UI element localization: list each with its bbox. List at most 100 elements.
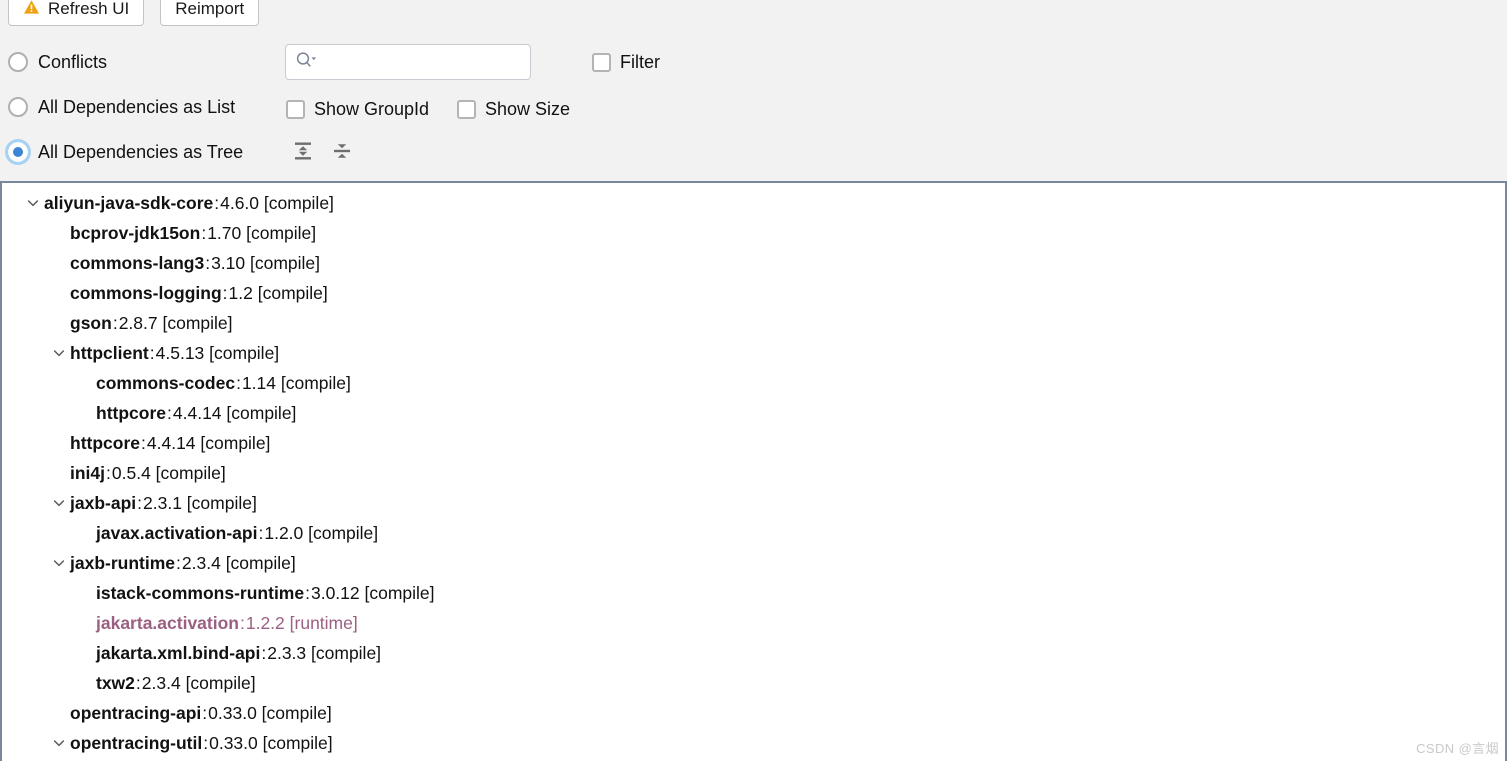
tree-row[interactable]: commons-lang3 : 3.10 [compile]: [2, 248, 1505, 278]
artifact-separator: :: [205, 252, 211, 273]
toolbar-button-row: Refresh UI Reimport: [8, 0, 260, 26]
tree-row[interactable]: istack-commons-runtime : 3.0.12 [compile…: [2, 578, 1505, 608]
tree-row-spacer: [48, 248, 70, 278]
tree-row[interactable]: httpcore : 4.4.14 [compile]: [2, 428, 1505, 458]
artifact-version-scope: 3.10 [compile]: [211, 252, 321, 273]
tree-row[interactable]: commons-logging : 1.2 [compile]: [2, 278, 1505, 308]
checkbox-show-groupid-label: Show GroupId: [314, 98, 430, 119]
artifact-id: istack-commons-runtime: [96, 582, 305, 603]
artifact-id: jaxb-runtime: [70, 552, 176, 573]
radio-all-dependencies-as-list[interactable]: All Dependencies as List: [8, 94, 235, 120]
artifact-id: commons-lang3: [70, 252, 205, 273]
tree-row-spacer: [74, 518, 96, 548]
reimport-button[interactable]: Reimport: [160, 0, 260, 26]
checkbox-show-groupid[interactable]: Show GroupId: [286, 97, 429, 121]
artifact-version-scope: 1.2.2 [runtime]: [245, 612, 358, 633]
artifact-separator: :: [203, 732, 209, 753]
checkbox-filter[interactable]: Filter: [592, 50, 660, 74]
tree-row-text: opentracing-util : 0.33.0 [compile]: [70, 733, 333, 754]
tree-row[interactable]: jakarta.activation : 1.2.2 [runtime]: [2, 608, 1505, 638]
artifact-id: opentracing-api: [70, 702, 202, 723]
tree-row[interactable]: jaxb-api : 2.3.1 [compile]: [2, 488, 1505, 518]
artifact-separator: :: [258, 522, 264, 543]
radio-conflicts[interactable]: Conflicts: [8, 49, 107, 75]
tree-row[interactable]: jakarta.xml.bind-api : 2.3.3 [compile]: [2, 638, 1505, 668]
artifact-separator: :: [201, 222, 207, 243]
collapse-all-button[interactable]: [327, 138, 357, 168]
tree-row-text: httpcore : 4.4.14 [compile]: [70, 433, 270, 454]
artifact-version-scope: 2.3.4 [compile]: [141, 672, 256, 693]
dependency-tree-list: aliyun-java-sdk-core : 4.6.0 [compile] bc…: [2, 183, 1505, 758]
search-input[interactable]: [321, 52, 515, 72]
artifact-separator: :: [202, 702, 208, 723]
artifact-version-scope: 2.8.7 [compile]: [118, 312, 233, 333]
artifact-version-scope: 2.3.3 [compile]: [267, 642, 382, 663]
tree-row[interactable]: jaxb-runtime : 2.3.4 [compile]: [2, 548, 1505, 578]
artifact-separator: :: [149, 342, 155, 363]
artifact-separator: :: [261, 642, 267, 663]
chevron-down-icon[interactable]: [48, 338, 70, 368]
tree-row-spacer: [48, 278, 70, 308]
artifact-separator: :: [222, 282, 228, 303]
tree-row-text: commons-codec : 1.14 [compile]: [96, 373, 351, 394]
tree-row-text: aliyun-java-sdk-core : 4.6.0 [compile]: [44, 193, 334, 214]
checkbox-filter-label: Filter: [620, 51, 660, 72]
checkbox-show-groupid-mark[interactable]: [286, 99, 305, 119]
tree-row-spacer: [74, 638, 96, 668]
checkbox-show-size-mark[interactable]: [457, 99, 476, 119]
artifact-version-scope: 4.4.14 [compile]: [172, 402, 297, 423]
artifact-version-scope: 1.2 [compile]: [228, 282, 328, 303]
artifact-id: commons-logging: [70, 282, 222, 303]
tree-row[interactable]: aliyun-java-sdk-core : 4.6.0 [compile]: [2, 188, 1505, 218]
chevron-down-icon[interactable]: [48, 488, 70, 518]
artifact-id: gson: [70, 312, 112, 333]
artifact-version-scope: 1.70 [compile]: [207, 222, 317, 243]
dependencies-toolbar: Refresh UI Reimport Conflicts All Depend…: [0, 0, 1507, 180]
warning-triangle-icon: [23, 0, 40, 20]
radio-conflicts-mark[interactable]: [8, 52, 28, 72]
artifact-id: jakarta.xml.bind-api: [96, 642, 261, 663]
tree-row[interactable]: httpcore : 4.4.14 [compile]: [2, 398, 1505, 428]
search-box[interactable]: [285, 44, 531, 80]
artifact-id: commons-codec: [96, 372, 236, 393]
tree-row[interactable]: ini4j : 0.5.4 [compile]: [2, 458, 1505, 488]
tree-row-spacer: [48, 428, 70, 458]
artifact-id: opentracing-util: [70, 732, 203, 753]
chevron-down-icon[interactable]: [48, 548, 70, 578]
artifact-id: bcprov-jdk15on: [70, 222, 201, 243]
tree-row[interactable]: opentracing-util : 0.33.0 [compile]: [2, 728, 1505, 758]
artifact-separator: :: [141, 432, 146, 453]
tree-row-spacer: [74, 368, 96, 398]
search-icon[interactable]: [295, 51, 317, 74]
radio-all-dependencies-as-tree-mark[interactable]: [5, 139, 31, 165]
tree-row-text: jaxb-runtime : 2.3.4 [compile]: [70, 553, 296, 574]
tree-row-text: jakarta.activation : 1.2.2 [runtime]: [96, 613, 358, 634]
artifact-id: ini4j: [70, 462, 106, 483]
expand-all-icon: [292, 140, 314, 167]
artifact-separator: :: [176, 552, 181, 573]
radio-all-dependencies-as-list-label: All Dependencies as List: [38, 96, 236, 117]
tree-row[interactable]: commons-codec : 1.14 [compile]: [2, 368, 1505, 398]
expand-all-button[interactable]: [288, 138, 318, 168]
tree-row-text: txw2 : 2.3.4 [compile]: [96, 673, 256, 694]
checkbox-show-size[interactable]: Show Size: [457, 97, 570, 121]
tree-row[interactable]: gson : 2.8.7 [compile]: [2, 308, 1505, 338]
artifact-id: jakarta.activation: [96, 612, 239, 633]
artifact-version-scope: 2.3.1 [compile]: [143, 492, 257, 513]
artifact-version-scope: 0.33.0 [compile]: [208, 702, 332, 723]
artifact-id: httpcore: [70, 432, 140, 453]
dependency-tree-panel[interactable]: aliyun-java-sdk-core : 4.6.0 [compile] bc…: [0, 181, 1507, 761]
radio-all-dependencies-as-tree[interactable]: All Dependencies as Tree: [5, 139, 244, 165]
tree-row[interactable]: opentracing-api : 0.33.0 [compile]: [2, 698, 1505, 728]
refresh-ui-button[interactable]: Refresh UI: [8, 0, 145, 26]
chevron-down-icon[interactable]: [48, 728, 70, 758]
tree-row[interactable]: httpclient : 4.5.13 [compile]: [2, 338, 1505, 368]
tree-row[interactable]: txw2 : 2.3.4 [compile]: [2, 668, 1505, 698]
tree-row[interactable]: javax.activation-api : 1.2.0 [compile]: [2, 518, 1505, 548]
chevron-down-icon[interactable]: [22, 188, 44, 218]
checkbox-filter-mark[interactable]: [592, 52, 611, 72]
tree-row[interactable]: bcprov-jdk15on : 1.70 [compile]: [2, 218, 1505, 248]
radio-all-dependencies-as-list-mark[interactable]: [8, 97, 28, 117]
radio-all-dependencies-as-tree-label: All Dependencies as Tree: [38, 141, 244, 162]
artifact-separator: :: [239, 612, 245, 633]
